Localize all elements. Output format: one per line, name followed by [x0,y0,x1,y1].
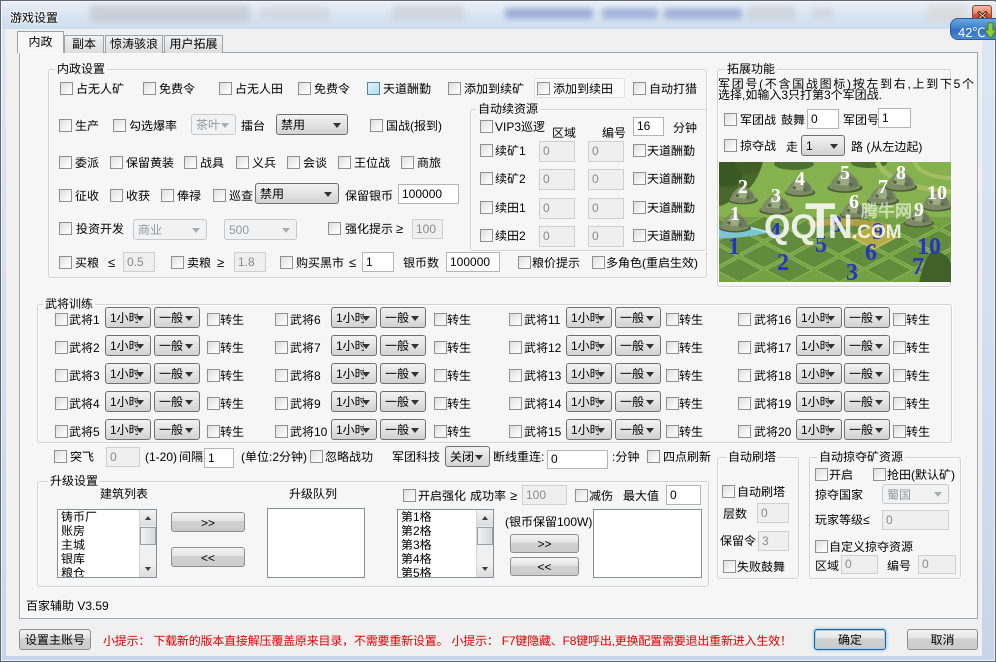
svg-text:9: 9 [914,199,924,221]
svg-text:N: N [828,208,853,246]
svg-text:4: 4 [795,168,805,190]
svg-text:7: 7 [878,176,888,198]
svg-text:.COM: .COM [852,222,902,243]
svg-text:5: 5 [840,162,850,184]
svg-text:2: 2 [777,250,789,276]
svg-text:3: 3 [846,260,858,282]
svg-text:10: 10 [917,234,941,260]
svg-text:8: 8 [896,162,906,184]
svg-text:腾牛网: 腾牛网 [861,202,912,221]
svg-text:1: 1 [730,203,740,225]
svg-text:3: 3 [771,185,781,207]
svg-text:2: 2 [738,176,748,198]
svg-text:10: 10 [927,182,947,204]
svg-text:1: 1 [728,234,740,260]
